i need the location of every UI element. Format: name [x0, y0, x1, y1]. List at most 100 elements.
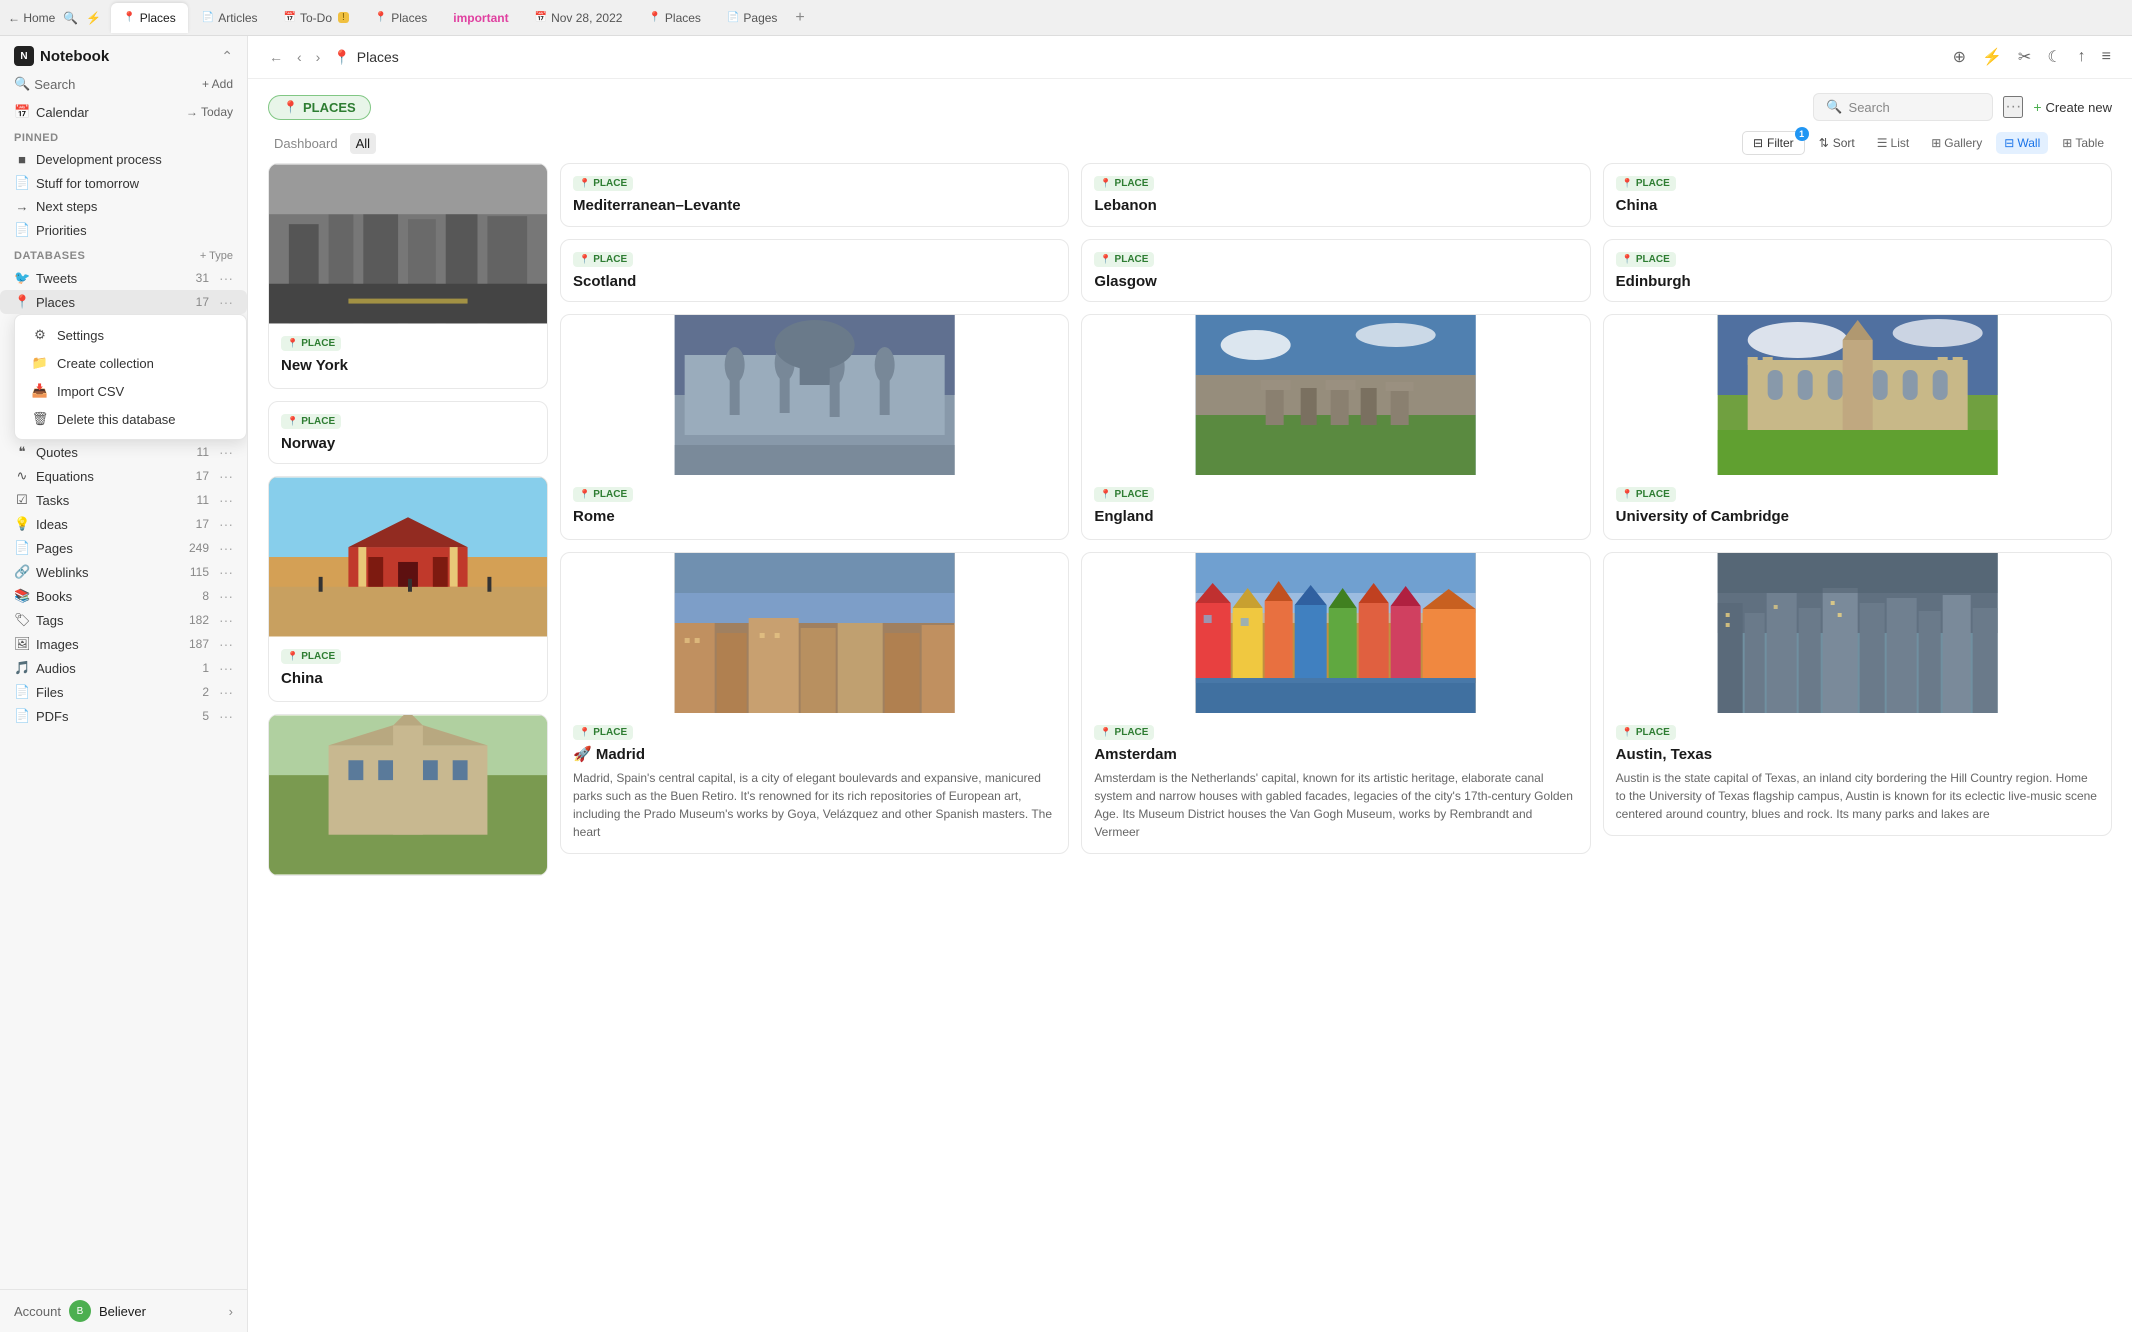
- card-glasgow[interactable]: 📍 PLACE Glasgow: [1081, 239, 1590, 303]
- sidebar-item-books[interactable]: 📚 Books 8 ···: [0, 584, 247, 608]
- sidebar-item-tweets[interactable]: 🐦 Tweets 31 ···: [0, 266, 247, 290]
- header-menu-icon[interactable]: ≡: [2097, 45, 2116, 69]
- sidebar-item-weblinks[interactable]: 🔗 Weblinks 115 ···: [0, 560, 247, 584]
- dropdown-import-csv[interactable]: 📥 Import CSV: [21, 377, 240, 405]
- search-icon-top[interactable]: 🔍: [63, 11, 78, 25]
- card-new-york[interactable]: 📍 PLACE New York: [268, 163, 548, 389]
- tab-todo[interactable]: 📅 To-Do !: [272, 3, 361, 33]
- nav-back-button[interactable]: ←: [264, 46, 288, 68]
- card-lebanon[interactable]: 📍 PLACE Lebanon: [1081, 163, 1590, 227]
- sidebar-item-equations[interactable]: ∿ Equations 17 ···: [0, 464, 247, 488]
- header-moon-icon[interactable]: ☾: [2042, 44, 2066, 70]
- today-button[interactable]: → Today: [186, 105, 233, 119]
- sidebar-add-button[interactable]: + Add: [202, 77, 233, 91]
- place-tag: 📍 PLACE: [573, 487, 633, 502]
- card-med-levante[interactable]: 📍 PLACE Mediterranean–Levante: [560, 163, 1069, 227]
- equations-more[interactable]: ···: [219, 468, 233, 484]
- tab-dashboard[interactable]: Dashboard: [268, 133, 344, 154]
- files-more[interactable]: ···: [219, 684, 233, 700]
- card-rome[interactable]: 📍 PLACE Rome: [560, 314, 1069, 540]
- sidebar-item-tasks[interactable]: ☑ Tasks 11 ···: [0, 488, 247, 512]
- card-austin[interactable]: 📍 PLACE Austin, Texas Austin is the stat…: [1603, 552, 2112, 837]
- card-norway[interactable]: 📍 PLACE Norway: [268, 401, 548, 465]
- tab-places1[interactable]: 📍 Places: [111, 3, 187, 33]
- quotes-more[interactable]: ···: [219, 444, 233, 460]
- header-search-icon[interactable]: ⊕: [1948, 44, 1971, 70]
- tab-add-button[interactable]: +: [795, 9, 804, 27]
- place-tag: 📍 PLACE: [1616, 252, 1676, 267]
- audios-more[interactable]: ···: [219, 660, 233, 676]
- sidebar-item-places[interactable]: 📍 Places 17 ···: [0, 290, 247, 314]
- tags-more[interactable]: ···: [219, 612, 233, 628]
- sidebar-item-quotes[interactable]: ❝ Quotes 11 ···: [0, 440, 247, 464]
- star-icon-top[interactable]: ⚡: [86, 11, 101, 25]
- wall-grid: 📍 PLACE New York 📍 PLACE Norway: [268, 163, 2112, 876]
- card-building[interactable]: [268, 714, 548, 876]
- table-view-button[interactable]: ⊞ Table: [2054, 132, 2112, 154]
- ideas-more[interactable]: ···: [219, 516, 233, 532]
- books-more[interactable]: ···: [219, 588, 233, 604]
- sidebar-item-tags[interactable]: 🏷 Tags 182 ···: [0, 608, 247, 632]
- tab-nov28[interactable]: 📅 Nov 28, 2022: [523, 3, 635, 33]
- sidebar-item-calendar[interactable]: 📅 Calendar → Today: [0, 100, 247, 124]
- sidebar-item-pages[interactable]: 📄 Pages 249 ···: [0, 536, 247, 560]
- sidebar-item-pdfs[interactable]: 📄 PDFs 5 ···: [0, 704, 247, 728]
- sidebar-item-dev-process[interactable]: ■ Development process: [0, 148, 247, 171]
- tab-important[interactable]: important: [441, 3, 520, 33]
- filter-button[interactable]: ⊟ Filter 1: [1742, 131, 1805, 155]
- sidebar-collapse-button[interactable]: ⌃: [221, 48, 233, 65]
- sidebar-item-audios[interactable]: 🎵 Audios 1 ···: [0, 656, 247, 680]
- sidebar-search[interactable]: 🔍 Search: [14, 76, 198, 92]
- sidebar-item-images[interactable]: 🖼 Images 187 ···: [0, 632, 247, 656]
- sidebar-item-files[interactable]: 📄 Files 2 ···: [0, 680, 247, 704]
- header-flash-icon[interactable]: ⚡: [1977, 44, 2007, 70]
- card-amsterdam[interactable]: 📍 PLACE Amsterdam Amsterdam is the Nethe…: [1081, 552, 1590, 855]
- places-more[interactable]: ···: [219, 294, 233, 310]
- card-cambridge[interactable]: 📍 PLACE University of Cambridge: [1603, 314, 2112, 540]
- account-chevron-icon: ›: [229, 1304, 233, 1319]
- sidebar-item-ideas[interactable]: 💡 Ideas 17 ···: [0, 512, 247, 536]
- header-scissors-icon[interactable]: ✂: [2013, 44, 2036, 70]
- dropdown-settings[interactable]: ⚙ Settings: [21, 321, 240, 349]
- list-view-button[interactable]: ☰ List: [1869, 132, 1917, 154]
- card-madrid[interactable]: 📍 PLACE 🚀 Madrid Madrid, Spain's central…: [560, 552, 1069, 855]
- pdfs-more[interactable]: ···: [219, 708, 233, 724]
- sidebar-item-next-steps[interactable]: → Next steps: [0, 195, 247, 218]
- places-badge[interactable]: 📍 PLACES: [268, 95, 371, 120]
- card-scotland[interactable]: 📍 PLACE Scotland: [560, 239, 1069, 303]
- places-more-button[interactable]: ···: [2003, 96, 2023, 118]
- images-more[interactable]: ···: [219, 636, 233, 652]
- tweets-more[interactable]: ···: [219, 270, 233, 286]
- databases-add-button[interactable]: + Type: [200, 250, 233, 262]
- sidebar-item-stuff[interactable]: 📄 Stuff for tomorrow: [0, 171, 247, 195]
- card-china-temple[interactable]: 📍 PLACE China: [268, 476, 548, 702]
- nav-next-button[interactable]: ›: [311, 46, 326, 68]
- dropdown-create-collection[interactable]: 📁 Create collection: [21, 349, 240, 377]
- weblinks-more[interactable]: ···: [219, 564, 233, 580]
- nav-prev-button[interactable]: ‹: [292, 46, 307, 68]
- card-china-small[interactable]: 📍 PLACE China: [1603, 163, 2112, 227]
- card-england[interactable]: 📍 PLACE England: [1081, 314, 1590, 540]
- wall-view-button[interactable]: ⊟ Wall: [1996, 132, 2048, 154]
- home-link[interactable]: ← Home: [8, 11, 55, 25]
- sidebar-item-priorities[interactable]: 📄 Priorities: [0, 218, 247, 242]
- place-name: University of Cambridge: [1616, 507, 2099, 527]
- gallery-view-button[interactable]: ⊞ Gallery: [1923, 132, 1990, 154]
- places-search-bar[interactable]: 🔍 Search: [1813, 93, 1993, 121]
- sort-button[interactable]: ⇅ Sort: [1811, 132, 1863, 154]
- pages-more[interactable]: ···: [219, 540, 233, 556]
- tab-places3[interactable]: 📍 Places: [636, 3, 712, 33]
- tab-pages[interactable]: 📄 Pages: [715, 3, 789, 33]
- tab-articles[interactable]: 📄 Articles: [190, 3, 270, 33]
- dropdown-delete-db[interactable]: 🗑 Delete this database: [21, 405, 240, 433]
- tab-places2[interactable]: 📍 Places: [363, 3, 439, 33]
- tasks-more[interactable]: ···: [219, 492, 233, 508]
- account-section[interactable]: Account B Believer ›: [0, 1289, 247, 1332]
- ideas-icon: 💡: [14, 516, 30, 532]
- header-up-icon[interactable]: ↑: [2073, 45, 2091, 69]
- card-edinburgh[interactable]: 📍 PLACE Edinburgh: [1603, 239, 2112, 303]
- tab-all[interactable]: All: [350, 133, 376, 154]
- tab-label: Pages: [743, 11, 777, 25]
- import-icon: 📥: [31, 383, 49, 399]
- create-new-button[interactable]: + Create new: [2033, 99, 2112, 115]
